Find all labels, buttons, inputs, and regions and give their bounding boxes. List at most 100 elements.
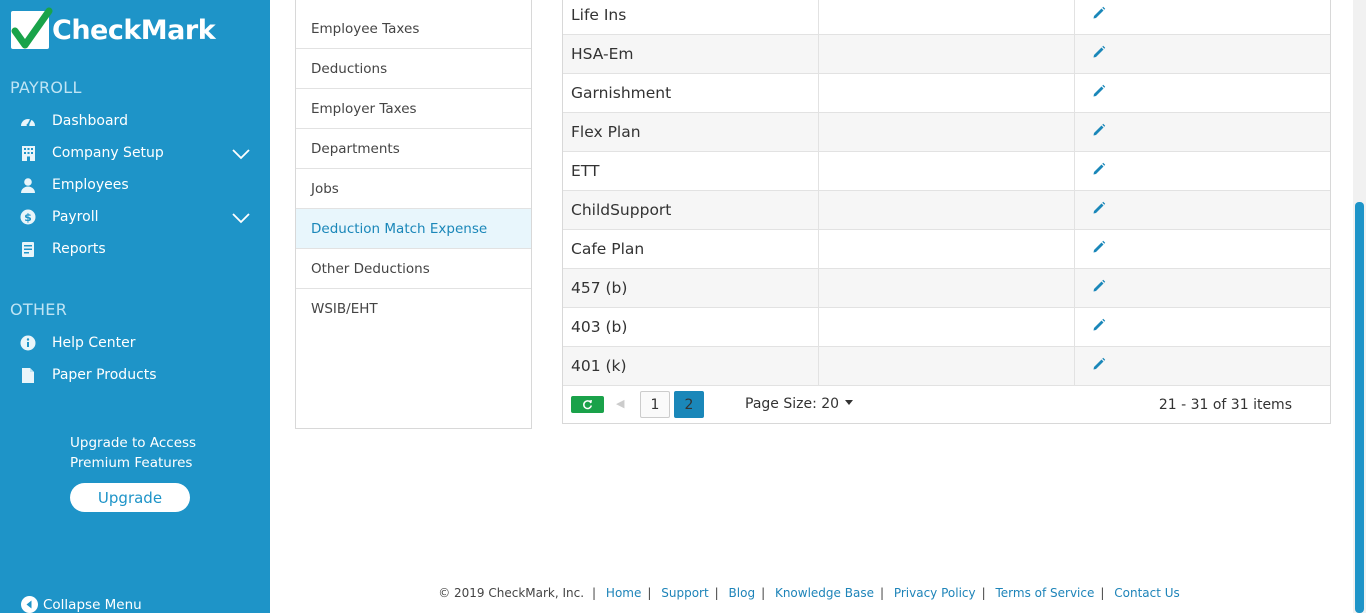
table-row: ChildSupport (563, 191, 1330, 230)
table-row: ETT (563, 152, 1330, 191)
building-icon (19, 144, 37, 162)
row-name: Flex Plan (563, 113, 819, 151)
settings-menu-panel: Employee Taxes Deductions Employer Taxes… (295, 0, 532, 429)
row-value (819, 191, 1075, 229)
page-button-2[interactable]: 2 (674, 391, 704, 418)
checkmark-logo[interactable]: CheckMark (11, 7, 216, 50)
refresh-button[interactable] (571, 396, 604, 413)
footer-link-home[interactable]: Home (606, 586, 641, 600)
grid-pager: ◀ 1 2 Page Size: 20 21 - 31 of 31 items (563, 386, 1330, 424)
edit-button[interactable] (1075, 308, 1330, 346)
row-value (819, 347, 1075, 385)
edit-button[interactable] (1075, 269, 1330, 307)
page-button-1[interactable]: 1 (640, 391, 670, 418)
table-row: 457 (b) (563, 269, 1330, 308)
menu-item-departments[interactable]: Departments (296, 129, 531, 169)
pencil-icon (1092, 279, 1106, 297)
row-name: 457 (b) (563, 269, 819, 307)
row-name: HSA-Em (563, 35, 819, 73)
scrollbar-thumb[interactable] (1355, 202, 1364, 613)
sidebar-item-reports[interactable]: Reports (0, 234, 270, 264)
sidebar-item-payroll[interactable]: $ Payroll (0, 202, 270, 232)
sidebar-item-label: Paper Products (52, 367, 157, 383)
row-value (819, 35, 1075, 73)
sidebar: CheckMark PAYROLL Dashboard Company Setu… (0, 0, 270, 613)
menu-item-deduction-match-expense[interactable]: Deduction Match Expense (296, 209, 531, 249)
table-row: Flex Plan (563, 113, 1330, 152)
sidebar-item-label: Employees (52, 177, 129, 193)
footer-link-knowledge-base[interactable]: Knowledge Base (775, 586, 874, 600)
edit-button[interactable] (1075, 191, 1330, 229)
sidebar-item-employees[interactable]: Employees (0, 170, 270, 200)
table-row: Cafe Plan (563, 230, 1330, 269)
pencil-icon (1092, 240, 1106, 258)
file-icon (19, 366, 37, 384)
edit-button[interactable] (1075, 152, 1330, 190)
sidebar-item-company-setup[interactable]: Company Setup (0, 138, 270, 168)
pencil-icon (1092, 162, 1106, 180)
report-icon (19, 240, 37, 258)
pencil-icon (1092, 201, 1106, 219)
edit-button[interactable] (1075, 0, 1330, 34)
upgrade-promo-line1: Upgrade to Access (70, 435, 197, 451)
pencil-icon (1092, 6, 1106, 24)
menu-item-employer-taxes[interactable]: Employer Taxes (296, 89, 531, 129)
sidebar-item-dashboard[interactable]: Dashboard (0, 106, 270, 136)
pencil-icon (1092, 318, 1106, 336)
sidebar-item-paper-products[interactable]: Paper Products (0, 360, 270, 390)
edit-button[interactable] (1075, 74, 1330, 112)
chevron-down-icon[interactable] (232, 209, 250, 228)
upgrade-promo-text: Upgrade to Access Premium Features (70, 433, 196, 473)
row-name: Life Ins (563, 0, 819, 34)
page-size-dropdown[interactable]: Page Size: 20 (745, 396, 854, 412)
copyright-text: © 2019 CheckMark, Inc. (438, 586, 585, 600)
edit-button[interactable] (1075, 113, 1330, 151)
edit-button[interactable] (1075, 35, 1330, 73)
menu-item-employee-taxes[interactable]: Employee Taxes (296, 9, 531, 49)
sidebar-item-label: Payroll (52, 209, 99, 225)
row-value (819, 230, 1075, 268)
sidebar-item-label: Reports (52, 241, 106, 257)
footer-link-support[interactable]: Support (661, 586, 708, 600)
user-icon (19, 176, 37, 194)
refresh-icon (582, 395, 593, 414)
brand-name: CheckMark (52, 14, 216, 46)
menu-item-deductions[interactable]: Deductions (296, 49, 531, 89)
pencil-icon (1092, 357, 1106, 375)
sidebar-item-label: Dashboard (52, 113, 128, 129)
sidebar-item-help-center[interactable]: Help Center (0, 328, 270, 358)
row-name: Garnishment (563, 74, 819, 112)
previous-page-icon[interactable]: ◀ (616, 397, 624, 410)
row-value (819, 0, 1075, 34)
row-name: Cafe Plan (563, 230, 819, 268)
row-name: 403 (b) (563, 308, 819, 346)
dollar-icon: $ (19, 208, 37, 226)
sidebar-item-label: Company Setup (52, 145, 164, 161)
menu-item-other-deductions[interactable]: Other Deductions (296, 249, 531, 289)
pencil-icon (1092, 123, 1106, 141)
deduction-match-grid: Life Ins HSA-Em Garnishment Flex Plan ET… (562, 0, 1331, 424)
pencil-icon (1092, 84, 1106, 102)
upgrade-promo-line2: Premium Features (70, 455, 193, 471)
info-icon (19, 334, 37, 352)
row-name: ChildSupport (563, 191, 819, 229)
upgrade-button[interactable]: Upgrade (70, 483, 190, 512)
edit-button[interactable] (1075, 230, 1330, 268)
svg-text:$: $ (24, 211, 32, 224)
row-value (819, 152, 1075, 190)
menu-item-wsib-eht[interactable]: WSIB/EHT (296, 289, 531, 329)
table-row: Life Ins (563, 0, 1330, 35)
edit-button[interactable] (1075, 347, 1330, 385)
chevron-down-icon[interactable] (232, 145, 250, 164)
pencil-icon (1092, 45, 1106, 63)
footer-link-privacy-policy[interactable]: Privacy Policy (894, 586, 976, 600)
table-row: Garnishment (563, 74, 1330, 113)
menu-item-jobs[interactable]: Jobs (296, 169, 531, 209)
footer-link-terms-of-service[interactable]: Terms of Service (995, 586, 1094, 600)
caret-down-icon (845, 399, 854, 405)
items-count: 21 - 31 of 31 items (1158, 397, 1292, 413)
footer-link-contact-us[interactable]: Contact Us (1114, 586, 1180, 600)
row-name: 401 (k) (563, 347, 819, 385)
footer: © 2019 CheckMark, Inc. | Home | Support | B… (438, 586, 1180, 600)
footer-link-blog[interactable]: Blog (729, 586, 756, 600)
